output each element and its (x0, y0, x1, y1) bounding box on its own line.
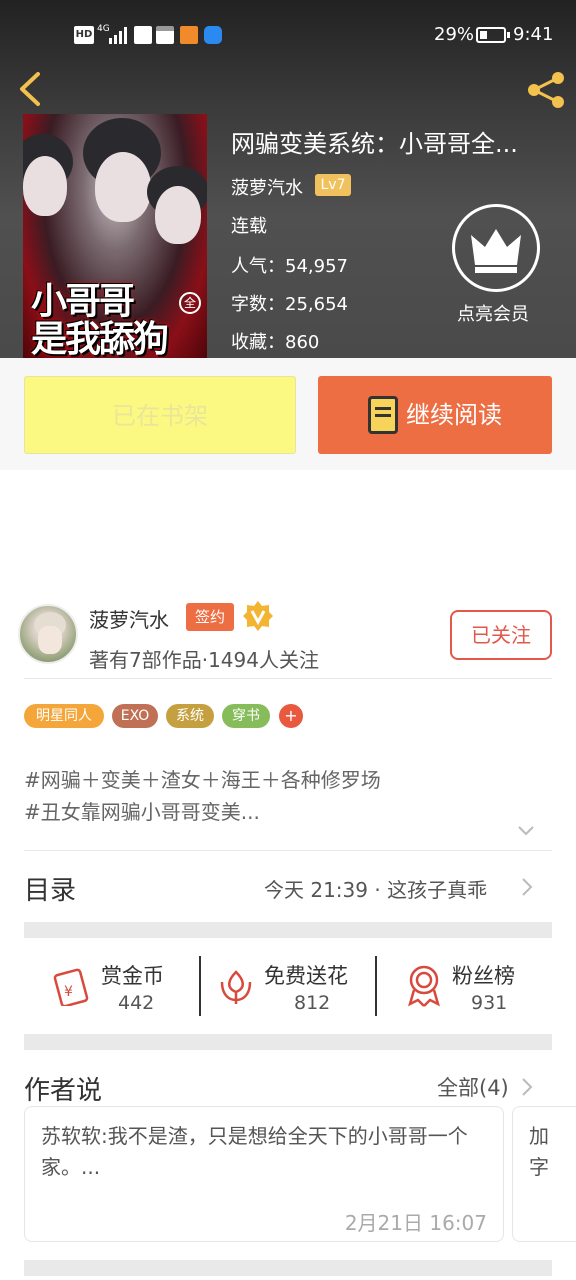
chevron-right-icon (522, 878, 533, 896)
author-stats: 著有7部作品·1494人关注 (89, 648, 319, 672)
tag-chip[interactable]: 穿书 (222, 704, 270, 728)
medal-icon (408, 965, 440, 1007)
chevron-right-icon (522, 1078, 533, 1096)
browser-app-icon (204, 26, 222, 44)
author-says-all-label: 全部(4) (437, 1076, 509, 1100)
cover-title-line: 是我舔狗 (31, 318, 169, 358)
author-comment-card[interactable]: 加字 (512, 1106, 576, 1242)
cover-complete-badge: 全 (179, 292, 201, 314)
chevron-down-icon (518, 826, 534, 836)
divider (24, 678, 552, 679)
battery-percent: 29% (434, 24, 475, 45)
author-name[interactable]: 菠萝汽水 (89, 604, 169, 633)
stat-separator (199, 956, 201, 1016)
cover-figure (23, 156, 67, 216)
signal-icon: 4G (97, 24, 129, 44)
red-envelope-icon: ¥ (53, 968, 89, 1006)
continue-reading-label: 继续阅读 (406, 401, 502, 429)
toc-title: 目录 (24, 876, 77, 906)
hd-icon: HD (74, 26, 94, 44)
latest-chapter: 今天 21:39 · 这孩子真乖 (264, 878, 488, 902)
author-level-badge: Lv7 (315, 174, 351, 196)
flower-icon (220, 970, 252, 1004)
book-favorites: 收藏：860 (231, 332, 320, 353)
crown-icon (471, 229, 521, 273)
svg-text:¥: ¥ (64, 984, 73, 1000)
comment-text: 苏软软:我不是渣，只是想给全天下的小哥哥一个家。... (41, 1124, 468, 1179)
description-line: #网骗＋变美＋渣女＋海王＋各种修罗场 (24, 768, 381, 792)
author-says-title: 作者说 (24, 1076, 103, 1106)
author-comment-card[interactable]: 苏软软:我不是渣，只是想给全天下的小哥哥一个家。... 2月21日 16:07 (24, 1106, 504, 1242)
stat-separator (375, 956, 377, 1016)
expand-description-button[interactable] (517, 822, 535, 840)
book-cover[interactable]: 小哥哥 是我舔狗 全 (23, 114, 207, 358)
book-author[interactable]: 菠萝汽水 (231, 174, 303, 200)
add-tag-button[interactable]: + (279, 704, 303, 728)
comment-date: 2月21日 16:07 (344, 1211, 487, 1235)
on-shelf-button[interactable]: 已在书架 (24, 376, 296, 454)
follow-button[interactable]: 已关注 (450, 610, 552, 660)
continue-reading-button[interactable]: 继续阅读 (318, 376, 552, 454)
status-bar: HD 4G 29% 9:41 (0, 0, 576, 58)
tag-chip[interactable]: EXO (112, 704, 158, 728)
comment-text: 加字 (529, 1124, 549, 1179)
battery-icon (476, 27, 506, 43)
notes-app-icon (134, 26, 152, 44)
clock: 9:41 (513, 24, 554, 45)
stat-value: 812 (294, 992, 331, 1014)
battery-cap (507, 32, 510, 38)
calendar-app-icon (156, 26, 174, 44)
section-separator (24, 1260, 552, 1276)
stat-label: 免费送花 (264, 964, 348, 988)
vip-label[interactable]: 点亮会员 (457, 300, 529, 326)
tag-chip[interactable]: 明星同人 (24, 704, 104, 728)
share-button[interactable] (524, 68, 568, 112)
cover-figure (155, 186, 201, 244)
divider (24, 850, 552, 851)
tag-chip[interactable]: 系统 (166, 704, 214, 728)
vip-crown-button[interactable] (452, 204, 540, 292)
ad-placeholder (0, 470, 576, 594)
book-status: 连载 (231, 216, 267, 237)
book-title: 网骗变美系统：小哥哥全... (231, 130, 518, 158)
verified-v-icon (242, 600, 274, 632)
section-separator (24, 922, 552, 938)
cover-figure (95, 152, 151, 222)
book-icon (368, 396, 398, 434)
stat-value: 442 (118, 992, 155, 1014)
book-word-count: 字数：25,654 (231, 294, 348, 315)
action-bar: 已在书架 继续阅读 (0, 358, 576, 470)
signed-badge: 签约 (186, 603, 234, 631)
stat-value: 931 (471, 992, 508, 1014)
stat-label: 赏金币 (101, 964, 164, 988)
stat-label: 粉丝榜 (452, 964, 515, 988)
back-button[interactable] (14, 68, 50, 110)
cover-title: 小哥哥 是我舔狗 (31, 282, 207, 358)
author-avatar[interactable] (18, 604, 78, 664)
book-header: HD 4G 29% 9:41 小哥哥 是我舔狗 全 网骗变美系统：小哥哥全...… (0, 0, 576, 358)
video-app-icon (180, 26, 198, 44)
share-icon (528, 72, 564, 108)
description-line: #丑女靠网骗小哥哥变美... (24, 800, 260, 824)
book-popularity: 人气：54,957 (231, 256, 348, 277)
section-separator (24, 1034, 552, 1050)
book-info-card: 菠萝汽水 签约 著有7部作品·1494人关注 已关注 明星同人 EXO 系统 穿… (0, 594, 576, 1280)
chevron-left-icon (20, 72, 40, 106)
